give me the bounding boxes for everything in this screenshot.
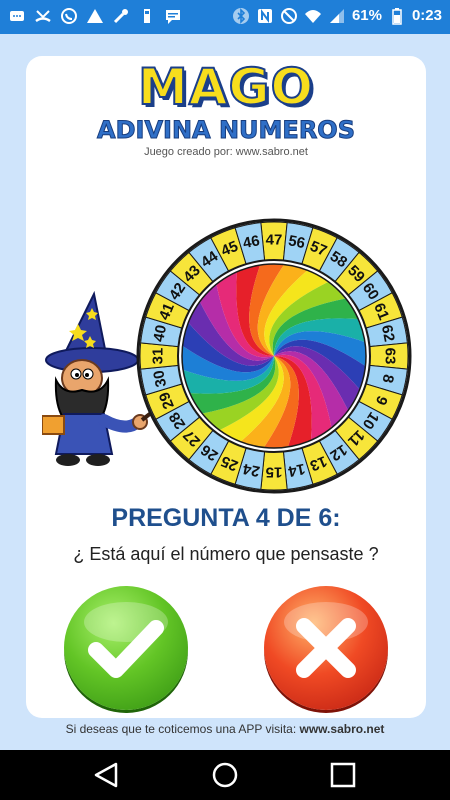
wheel-number: 46: [242, 232, 262, 252]
notification-icons: [8, 6, 182, 26]
nfc-icon: [256, 6, 274, 26]
usb-icon: [138, 6, 156, 26]
wifi-icon: [304, 6, 322, 26]
system-icons: 61% 0:23: [232, 6, 442, 26]
logo: MAGO ADIVINA NUMEROS Juego creado por: w…: [26, 56, 426, 166]
cross-icon: [284, 602, 368, 678]
block-icon: [280, 6, 298, 26]
wheel-number: 40: [150, 324, 170, 344]
signal-icon: [328, 6, 346, 26]
footer-link[interactable]: www.sabro.net: [300, 722, 385, 736]
game-scene: 47 56 57 58 59 60 61 62 63 8 9 10 11 12 13 14 15 24 25 26 27…: [26, 216, 426, 506]
wheel-number: 31: [150, 348, 167, 365]
message-icon: [8, 6, 26, 26]
battery-percent: 61%: [351, 7, 382, 24]
wheel-number: 15: [266, 464, 283, 481]
back-button[interactable]: [92, 762, 122, 788]
logo-title: MAGO: [137, 57, 314, 117]
wheel-number: 47: [266, 232, 283, 249]
clock: 0:23: [411, 7, 442, 24]
whatsapp-icon: [60, 6, 78, 26]
battery-icon: [388, 6, 406, 26]
recents-button[interactable]: [328, 762, 358, 788]
footer: Si deseas que te coticemos una APP visit…: [0, 722, 450, 736]
logo-subtitle: ADIVINA NUMEROS: [97, 116, 356, 145]
wheel-number: 56: [287, 232, 307, 252]
wheel-number: 62: [378, 324, 398, 344]
no-button[interactable]: [264, 586, 388, 710]
alert-icon: [86, 6, 104, 26]
chat-icon: [164, 6, 182, 26]
home-icon: [212, 762, 238, 788]
back-icon: [94, 762, 118, 788]
question-title: PREGUNTA 4 DE 6:: [111, 504, 341, 532]
number-wheel: 47 56 575859606162638910111213141524252627…: [136, 218, 412, 494]
tools-icon: [112, 6, 130, 26]
navigation-bar: [0, 750, 450, 800]
home-button[interactable]: [210, 762, 240, 788]
bluetooth-icon: [232, 6, 250, 26]
yes-button[interactable]: [64, 586, 188, 710]
recents-icon: [330, 762, 356, 788]
footer-text: Si deseas que te coticemos una APP visit…: [65, 722, 297, 736]
check-icon: [84, 602, 168, 678]
wheel-number: 30: [150, 369, 170, 389]
question-prompt: ¿ Está aquí el número que pensaste ?: [73, 544, 379, 564]
logo-credit: Juego creado por: www.sabro.net: [144, 146, 308, 158]
missed-call-icon: [34, 6, 52, 26]
wheel-number: 63: [382, 348, 399, 365]
status-bar: 61% 0:23: [0, 0, 450, 34]
game-card: MAGO ADIVINA NUMEROS Juego creado por: w…: [26, 56, 426, 718]
